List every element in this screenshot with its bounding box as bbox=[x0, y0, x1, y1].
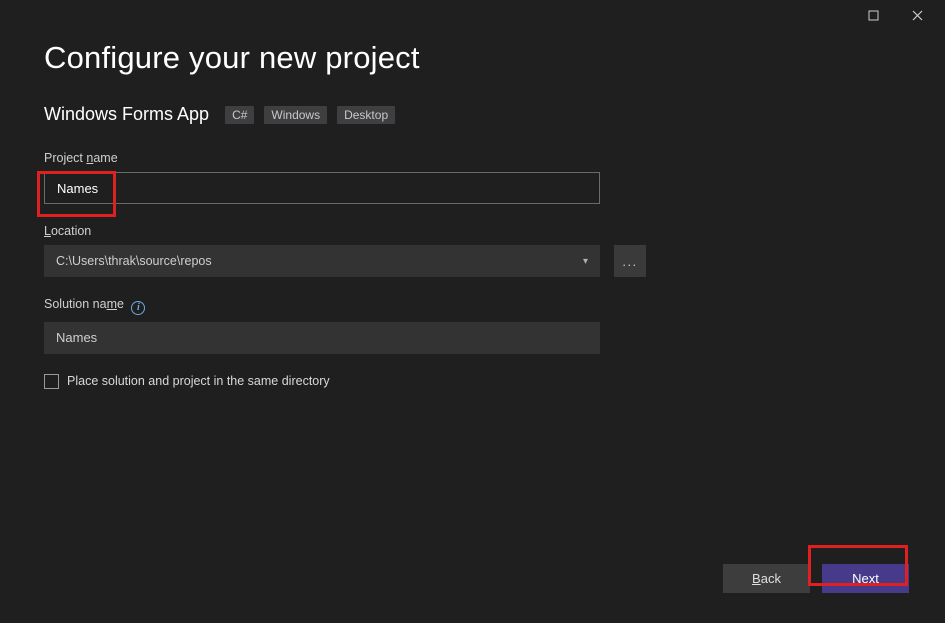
solution-name-input[interactable] bbox=[44, 322, 600, 354]
close-icon bbox=[912, 10, 923, 21]
maximize-button[interactable] bbox=[851, 1, 895, 29]
solution-name-field: Solution name i bbox=[44, 297, 901, 354]
same-directory-row: Place solution and project in the same d… bbox=[44, 374, 901, 389]
next-button[interactable]: Next bbox=[822, 564, 909, 593]
close-button[interactable] bbox=[895, 1, 939, 29]
footer-buttons: Back Next bbox=[723, 564, 909, 593]
page-title: Configure your new project bbox=[44, 40, 901, 76]
location-combobox[interactable]: C:\Users\thrak\source\repos ▾ bbox=[44, 245, 600, 277]
project-name-input[interactable] bbox=[44, 172, 600, 204]
chevron-down-icon: ▾ bbox=[583, 256, 588, 267]
template-name: Windows Forms App bbox=[44, 104, 209, 125]
tag-projecttype: Desktop bbox=[337, 106, 395, 124]
solution-name-label: Solution name i bbox=[44, 297, 901, 315]
tag-language: C# bbox=[225, 106, 254, 124]
dialog-content: Configure your new project Windows Forms… bbox=[0, 30, 945, 389]
title-bar bbox=[0, 0, 945, 30]
tag-platform: Windows bbox=[264, 106, 327, 124]
template-info-row: Windows Forms App C# Windows Desktop bbox=[44, 104, 901, 125]
project-name-field: Project name bbox=[44, 151, 901, 204]
maximize-icon bbox=[868, 10, 879, 21]
browse-button[interactable]: ... bbox=[614, 245, 646, 277]
location-label: Location bbox=[44, 224, 901, 238]
location-field: Location C:\Users\thrak\source\repos ▾ .… bbox=[44, 224, 901, 277]
project-name-label: Project name bbox=[44, 151, 901, 165]
same-directory-label: Place solution and project in the same d… bbox=[67, 374, 330, 388]
same-directory-checkbox[interactable] bbox=[44, 374, 59, 389]
info-icon[interactable]: i bbox=[131, 301, 145, 315]
back-button[interactable]: Back bbox=[723, 564, 810, 593]
location-value: C:\Users\thrak\source\repos bbox=[56, 254, 212, 268]
